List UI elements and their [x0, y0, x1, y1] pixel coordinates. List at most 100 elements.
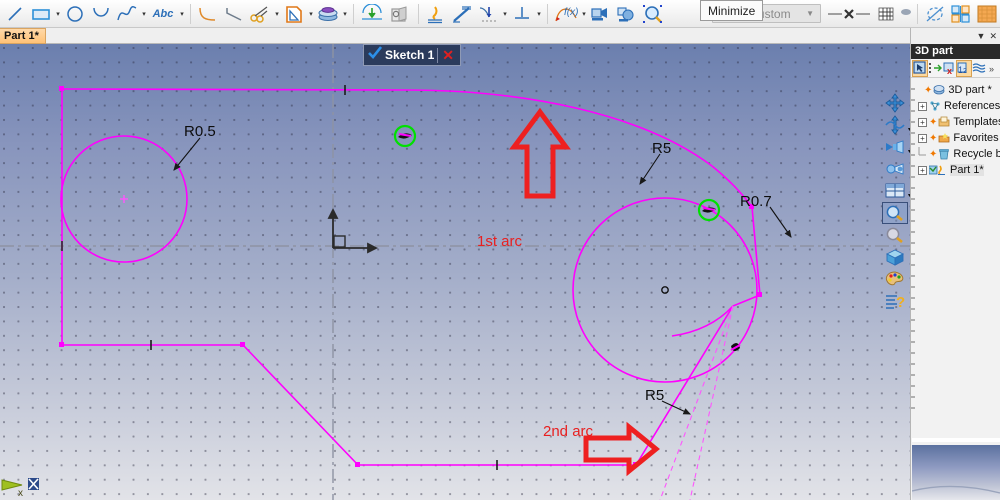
- select-mode-icon[interactable]: [912, 59, 928, 77]
- note-1st-arc: 1st arc: [477, 233, 523, 250]
- expand-tree-icon[interactable]: [928, 60, 942, 77]
- shade-tool[interactable]: [386, 1, 414, 27]
- sort-order-icon[interactable]: 1 2: [956, 59, 972, 77]
- circle-right-center: [661, 286, 669, 294]
- constraint-tool[interactable]: [423, 1, 449, 27]
- toolbar-separator-3: [418, 3, 419, 24]
- tree-node-label: Templates: [953, 116, 1000, 128]
- tree-node-favorites[interactable]: + ✦ Favorites: [913, 130, 1000, 146]
- text-tool-caret[interactable]: ▾: [178, 1, 186, 27]
- model-tree[interactable]: ✦ 3D part * + References + ✦ Templates +…: [911, 78, 1000, 408]
- fix-tool-caret[interactable]: ▾: [535, 1, 543, 27]
- profile-tool-caret[interactable]: ▾: [307, 1, 315, 27]
- tree-node-recycle-bin[interactable]: ✦ Recycle bin: [913, 146, 1000, 162]
- render-tool[interactable]: [614, 1, 640, 27]
- toolbar-separator-4: [547, 3, 548, 24]
- expander-icon[interactable]: +: [918, 165, 927, 175]
- help-icon[interactable]: ?: [882, 290, 908, 312]
- leader-r07: [769, 206, 792, 238]
- tree-node-label: Part 1*: [950, 164, 984, 176]
- viewports-icon[interactable]: ▾: [882, 180, 910, 202]
- chamfer-tool[interactable]: [221, 1, 247, 27]
- auto-constraint-caret[interactable]: ▾: [501, 1, 509, 27]
- more-tools-icon[interactable]: »: [986, 60, 1000, 77]
- sketch-tab-label: Sketch 1: [385, 48, 435, 62]
- right-dock-panel: ▼ ✕ 3D part x 1 2 » ✦ 3D part * + Refere…: [910, 28, 1000, 500]
- dimension-tool[interactable]: [449, 1, 475, 27]
- rectangle-tool-caret[interactable]: ▾: [54, 1, 62, 27]
- dock-close-button[interactable]: ✕: [989, 31, 997, 41]
- tree-node-3d-part[interactable]: ✦ 3D part *: [913, 82, 1000, 98]
- tree-node-label: References: [944, 100, 1000, 112]
- sketch-analysis-tool[interactable]: [922, 1, 948, 27]
- rotate-icon[interactable]: ▾: [882, 114, 910, 136]
- dock-toolbar: x 1 2 »: [911, 59, 1000, 78]
- fix-tool[interactable]: [509, 1, 535, 27]
- radius-label-r5-top: R5: [652, 140, 671, 157]
- chevron-down-icon[interactable]: ▾: [908, 192, 910, 199]
- tree-node-references[interactable]: + References: [913, 98, 1000, 114]
- radius-label-r05: R0.5: [184, 123, 216, 140]
- rectangle-tool[interactable]: [28, 1, 54, 27]
- profile-tool[interactable]: [281, 1, 307, 27]
- zoom-icon[interactable]: [882, 224, 908, 246]
- dock-collapse-button[interactable]: ▼: [977, 31, 986, 41]
- grid-snap-tool[interactable]: [974, 1, 1000, 27]
- pad-tool-caret[interactable]: ▾: [341, 1, 349, 27]
- arc-tool[interactable]: [88, 1, 114, 27]
- walk-icon[interactable]: [882, 158, 908, 180]
- svg-text:x: x: [947, 66, 952, 75]
- spline-tool[interactable]: [114, 1, 140, 27]
- palette-icon[interactable]: [882, 268, 908, 290]
- line-tool[interactable]: [2, 1, 28, 27]
- sketch-plane-tool[interactable]: [358, 1, 386, 27]
- close-icon[interactable]: ✕: [442, 48, 454, 62]
- expander-icon[interactable]: +: [918, 101, 927, 111]
- svg-text:f(x): f(x): [564, 7, 578, 18]
- preview-3d-viewport[interactable]: [911, 442, 1000, 500]
- view-cube-icon[interactable]: [882, 246, 908, 268]
- layers-icon[interactable]: [972, 60, 986, 77]
- sketch-canvas[interactable]: R0.5 R5 R0.7 R5 1st arc 2nd arc x Sketch…: [0, 44, 910, 500]
- no-style-button[interactable]: [825, 1, 873, 27]
- pan-icon[interactable]: [882, 92, 908, 114]
- leader-r5-top: [639, 153, 661, 185]
- tree-node-label: 3D part *: [948, 84, 992, 96]
- pad-tool[interactable]: [315, 1, 341, 27]
- material-button[interactable]: [899, 1, 913, 27]
- svg-text:?: ?: [896, 294, 905, 310]
- sketch-grid-tool[interactable]: [948, 1, 974, 27]
- camera-tool[interactable]: [588, 1, 614, 27]
- tree-node-part1[interactable]: + Part 1*: [913, 162, 1000, 178]
- corner-fillet-tool[interactable]: [195, 1, 221, 27]
- tree-node-templates[interactable]: + ✦ Templates: [913, 114, 1000, 130]
- sketch-editor-tab[interactable]: Sketch 1 ✕: [363, 44, 461, 66]
- templates-icon: [938, 116, 950, 128]
- zoom-area-tool[interactable]: [640, 1, 666, 27]
- minimize-tooltip: Minimize: [700, 0, 764, 21]
- radius-label-r07: R0.7: [740, 193, 772, 210]
- chevron-down-icon: ▼: [806, 9, 814, 18]
- construction-lines: [659, 305, 734, 500]
- sketch-geometry: R0.5 R5 R0.7 R5 1st arc 2nd arc x: [0, 44, 910, 500]
- radius-label-r5-bottom: R5: [645, 387, 664, 404]
- hatch-button[interactable]: [873, 1, 899, 27]
- dock-edge-ticks: [911, 88, 915, 468]
- tree-node-label: Recycle bin: [953, 148, 1000, 160]
- chevron-down-icon[interactable]: ▾: [908, 126, 910, 133]
- expander-icon[interactable]: +: [918, 133, 927, 143]
- chevron-down-icon[interactable]: ▾: [908, 148, 910, 155]
- fly-icon[interactable]: ▾: [882, 136, 910, 158]
- document-tab-part1[interactable]: Part 1*: [0, 28, 46, 44]
- expander-icon[interactable]: +: [918, 117, 927, 127]
- circle-tool[interactable]: [62, 1, 88, 27]
- zoom-window-icon[interactable]: [882, 202, 908, 224]
- text-tool[interactable]: Abc: [148, 1, 178, 27]
- trim-tool[interactable]: [247, 1, 273, 27]
- equation-tool-caret[interactable]: ▾: [580, 1, 588, 27]
- delete-node-icon[interactable]: x: [942, 60, 956, 77]
- trim-tool-caret[interactable]: ▾: [273, 1, 281, 27]
- spline-tool-caret[interactable]: ▾: [140, 1, 148, 27]
- auto-constraint-tool[interactable]: [475, 1, 501, 27]
- equation-tool[interactable]: f(x): [552, 1, 580, 27]
